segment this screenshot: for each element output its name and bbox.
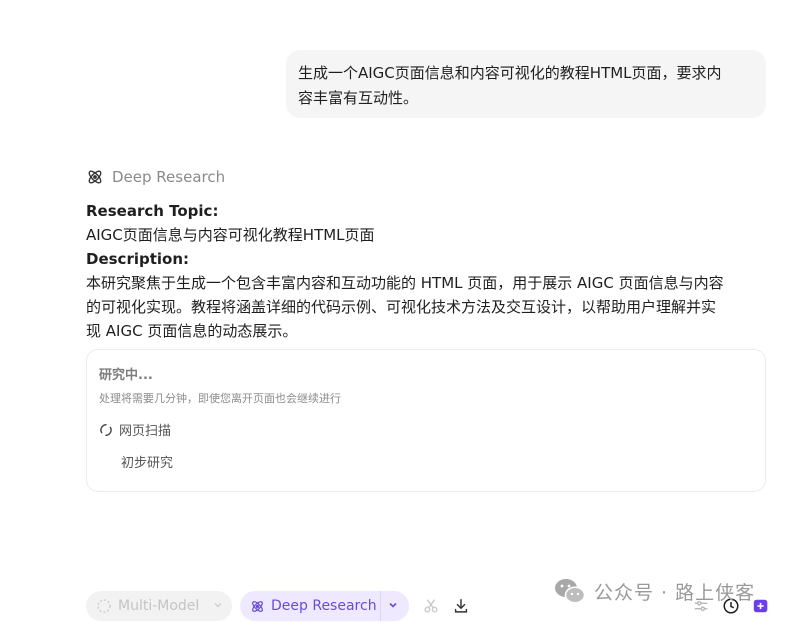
- loading-spinner-icon: [100, 423, 112, 436]
- multi-model-label: Multi-Model: [118, 598, 200, 614]
- response-content: Research Topic: AIGC页面信息与内容可视化教程HTML页面 D…: [86, 199, 766, 343]
- research-status-subtitle: 处理将需要几分钟，即使您离开页面也会继续进行: [99, 392, 341, 405]
- chevron-down-icon: [214, 602, 222, 608]
- research-topic-label: Research Topic:: [86, 202, 219, 220]
- agent-name: Deep Research: [112, 168, 226, 186]
- description-line-3: 现 AIGC 页面信息的动态展示。: [86, 322, 298, 340]
- research-progress-card: 研究中... 处理将需要几分钟，即使您离开页面也会继续进行 网页扫描 初步研究: [86, 349, 766, 492]
- research-topic-text: AIGC页面信息与内容可视化教程HTML页面: [86, 226, 375, 244]
- description-line-2: 的可视化实现。教程将涵盖详细的代码示例、可视化技术方法及交互设计，以帮助用户理解…: [86, 298, 717, 316]
- multi-model-button[interactable]: Multi-Model: [86, 591, 232, 621]
- user-message-line-1: 生成一个AIGC页面信息和内容可视化的教程HTML页面，要求内: [298, 64, 722, 82]
- research-step: 初步研究: [121, 452, 173, 471]
- user-message-bubble: 生成一个AIGC页面信息和内容可视化的教程HTML页面，要求内 容丰富有互动性。: [286, 50, 766, 118]
- deep-research-button[interactable]: Deep Research: [240, 591, 409, 621]
- scissors-icon[interactable]: [422, 597, 440, 615]
- research-status: 研究中...: [99, 368, 153, 383]
- research-step-label: 网页扫描: [119, 424, 172, 439]
- watermark-text: 公众号 · 路上侠客: [594, 581, 756, 604]
- wechat-logo-icon: [555, 579, 586, 604]
- user-message-line-2: 容丰富有互动性。: [298, 89, 419, 107]
- atom-icon: [88, 170, 102, 184]
- atom-icon: [252, 600, 263, 612]
- pill-divider: [380, 591, 381, 621]
- loading-circle-icon: [97, 599, 111, 613]
- download-icon[interactable]: [452, 597, 470, 615]
- description-line-1: 本研究聚焦于生成一个包含丰富内容和互动功能的 HTML 页面，用于展示 AIGC…: [86, 274, 724, 292]
- watermark: 公众号 · 路上侠客: [554, 576, 755, 606]
- research-step-label: 初步研究: [121, 456, 174, 471]
- research-step: 网页扫描: [99, 420, 171, 439]
- description-label: Description:: [86, 250, 190, 268]
- deep-research-label: Deep Research: [271, 598, 377, 614]
- agent-header: Deep Research: [86, 168, 225, 186]
- chevron-down-icon[interactable]: [387, 599, 399, 611]
